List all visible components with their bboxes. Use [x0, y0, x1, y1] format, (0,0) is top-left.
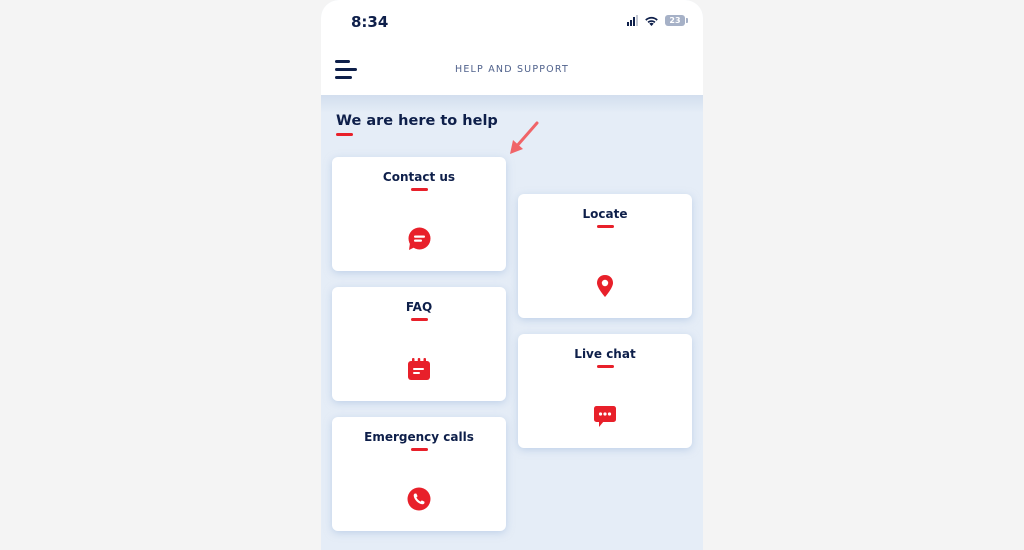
card-underline: [597, 365, 614, 368]
section-heading: We are here to help: [336, 113, 498, 129]
card-label: Live chat: [574, 347, 636, 361]
cellular-signal-icon: [627, 15, 638, 26]
page-title: HELP AND SUPPORT: [455, 64, 569, 75]
header-shadow: [321, 95, 703, 113]
status-time: 8:34: [351, 13, 389, 31]
chat-bubble-icon: [408, 227, 431, 250]
card-emergency-calls[interactable]: Emergency calls: [332, 417, 506, 531]
card-label: Contact us: [382, 170, 456, 184]
top-bar: 8:34 23 HELP AND SUPPORT: [321, 0, 703, 95]
card-underline: [411, 318, 428, 321]
annotation-arrow-icon: [510, 121, 539, 154]
card-live-chat[interactable]: Live chat: [518, 334, 692, 448]
battery-icon: 23: [665, 15, 688, 26]
calendar-note-icon: [408, 358, 430, 380]
chat-dots-icon: [594, 406, 616, 427]
status-icons: 23: [627, 15, 688, 26]
heading-underline: [336, 133, 353, 136]
phone-icon: [407, 487, 431, 511]
phone-screen: 8:34 23 HELP AND SUPPORT We are here to …: [321, 0, 703, 550]
card-underline: [411, 448, 428, 451]
card-locate[interactable]: Locate: [518, 194, 692, 318]
card-faq[interactable]: FAQ: [332, 287, 506, 401]
card-underline: [411, 188, 428, 191]
card-label: FAQ: [405, 300, 433, 314]
wifi-icon: [645, 16, 658, 26]
card-label: Locate: [582, 207, 628, 221]
card-label: Emergency calls: [364, 430, 474, 444]
map-pin-icon: [597, 275, 613, 297]
card-underline: [597, 225, 614, 228]
card-contact-us[interactable]: Contact us: [332, 157, 506, 271]
